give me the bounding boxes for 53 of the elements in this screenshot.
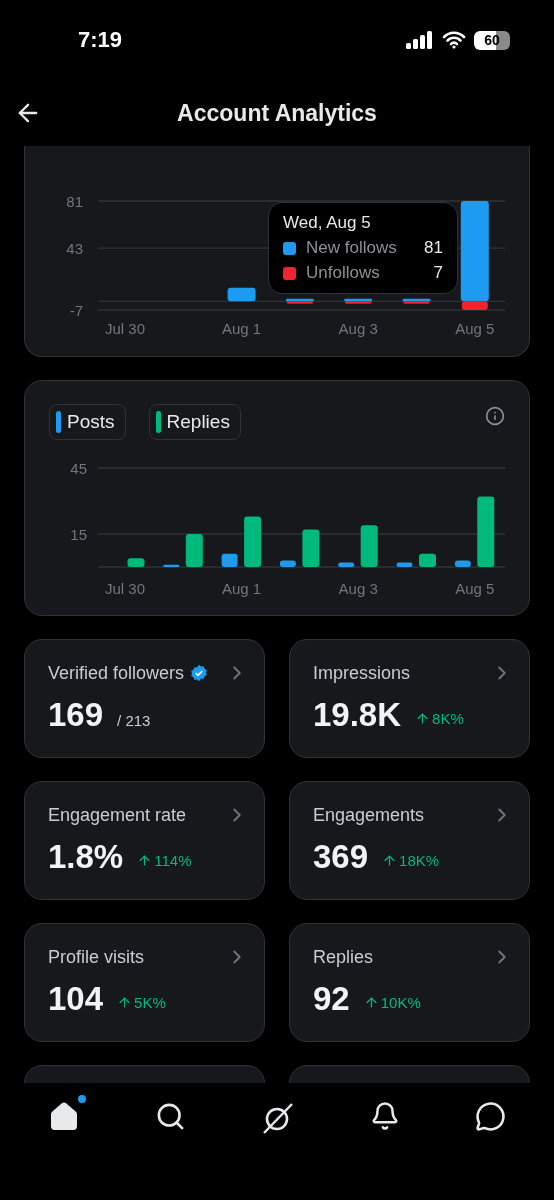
tooltip-value: 7 xyxy=(433,263,443,283)
metric-value: 369 xyxy=(313,838,369,876)
metric-value: 1.8% xyxy=(48,838,124,876)
tooltip-date: Wed, Aug 5 xyxy=(283,213,372,233)
metric-title: Engagement rate xyxy=(48,804,187,826)
metric-change: 18K% xyxy=(399,852,440,869)
axis-label: 43 xyxy=(66,240,83,258)
metric-card[interactable]: Verified followers 169 / 213 xyxy=(24,639,265,758)
metric-card[interactable]: Engagement rate 1.8% 114% xyxy=(24,781,265,900)
metric-card[interactable]: Replies 92 10K% xyxy=(289,923,530,1042)
metric-title: Replies xyxy=(313,946,374,968)
wifi-icon xyxy=(442,31,466,49)
tooltip-value: 81 xyxy=(424,238,443,258)
metric-value: 92 xyxy=(313,980,350,1018)
metric-card[interactable]: Engagements 369 18K% xyxy=(289,781,530,900)
metric-value: 104 xyxy=(48,980,104,1018)
axis-label: 45 xyxy=(70,460,87,477)
metric-total: / 213 xyxy=(117,712,151,729)
metric-change: 114% xyxy=(154,852,192,869)
metric-title: Impressions xyxy=(313,662,411,684)
tooltip-label: Unfollows xyxy=(306,263,381,283)
tooltip-label: New follows xyxy=(306,238,398,258)
chat-bubble-icon xyxy=(475,1101,507,1132)
axis-label: 15 xyxy=(70,526,87,543)
signal-icon xyxy=(406,31,434,49)
metric-value: 19.8K xyxy=(313,696,402,734)
axis-label: -7 xyxy=(69,302,83,319)
legend-chip[interactable]: Replies xyxy=(148,404,241,440)
legend-chip[interactable]: Posts xyxy=(49,404,126,440)
slashed-circle-icon xyxy=(260,1101,295,1135)
axis-label: Jul 30 xyxy=(105,320,145,337)
metric-title: Engagements xyxy=(313,804,425,826)
metric-card[interactable]: Profile visits 104 5K% xyxy=(24,923,265,1042)
axis-label: Aug 5 xyxy=(455,580,495,597)
axis-label: Aug 3 xyxy=(338,320,378,337)
metric-card[interactable]: Impressions 19.8K 8K% xyxy=(289,639,530,758)
metric-title: Profile visits xyxy=(48,946,145,968)
metric-value: 169 xyxy=(48,696,104,734)
axis-label: Aug 1 xyxy=(222,320,262,337)
metric-change: 10K% xyxy=(380,994,421,1011)
axis-label: 81 xyxy=(66,193,83,210)
battery-indicator: 60 xyxy=(474,30,510,50)
metric-change: 8K% xyxy=(432,710,464,727)
axis-label: Aug 3 xyxy=(338,580,378,597)
page-title: Account Analytics xyxy=(177,99,377,127)
axis-label: Aug 1 xyxy=(222,580,262,597)
info-icon[interactable] xyxy=(485,406,505,426)
axis-label: Aug 5 xyxy=(455,320,495,337)
verified-badge-icon xyxy=(190,664,209,682)
status-time: 7:19 xyxy=(78,27,123,53)
axis-label: Jul 30 xyxy=(105,580,145,597)
metric-title: Verified followers xyxy=(48,662,185,684)
metric-change: 5K% xyxy=(134,994,166,1011)
